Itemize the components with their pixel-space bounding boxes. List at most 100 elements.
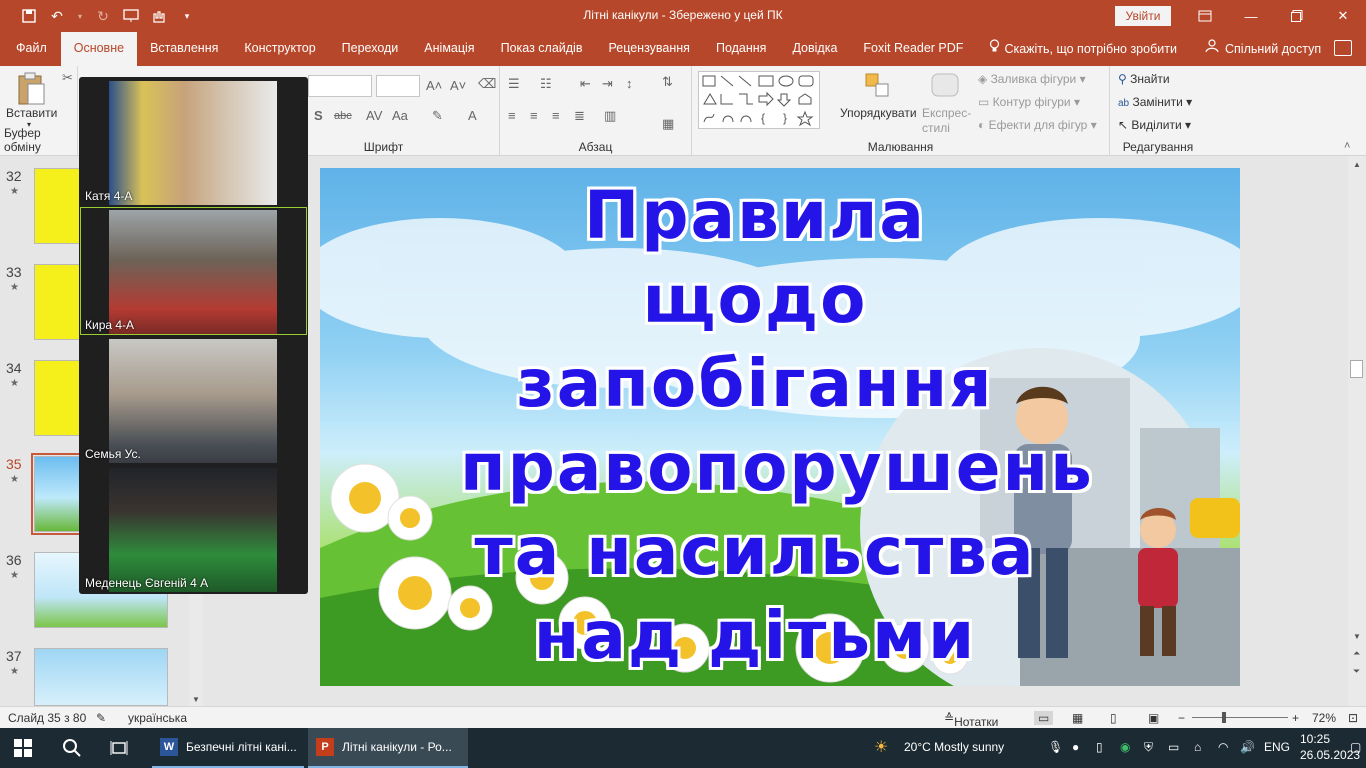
text-direction-icon[interactable]: ⇅: [662, 74, 673, 90]
usb-icon[interactable]: ▯: [1096, 740, 1103, 754]
present-from-start-icon[interactable]: [122, 7, 140, 25]
paste-icon[interactable]: [16, 72, 46, 106]
network-icon[interactable]: ⌂: [1194, 740, 1201, 754]
spellcheck-icon[interactable]: ✎: [96, 711, 106, 725]
slide-scrollbar[interactable]: ▲ ▼ ⏶ ⏷: [1348, 156, 1366, 706]
tab-animations[interactable]: Анімація: [411, 32, 487, 66]
save-icon[interactable]: [20, 7, 38, 25]
align-center-icon[interactable]: ≡: [530, 108, 538, 123]
quick-styles-icon[interactable]: [930, 72, 962, 103]
taskbar-app-powerpoint[interactable]: P Літні канікули - Ро...: [308, 728, 468, 768]
slideshow-view-icon[interactable]: ▣: [1148, 711, 1159, 725]
minimize-icon[interactable]: —: [1228, 0, 1274, 32]
tell-me-box[interactable]: Скажіть, що потрібно зробити: [976, 32, 1190, 66]
tab-file[interactable]: Файл: [2, 32, 61, 66]
notifications-icon[interactable]: ▢: [1350, 740, 1361, 754]
participant-tile[interactable]: Меденець Євгеній 4 А: [81, 466, 306, 592]
search-button[interactable]: [62, 728, 82, 768]
participant-tile-speaking[interactable]: Кира 4-А: [80, 207, 307, 335]
font-color-icon[interactable]: A: [468, 108, 477, 123]
current-slide[interactable]: Правила щодо запобігання правопорушень т…: [320, 168, 1240, 686]
bullets-icon[interactable]: ☰: [508, 76, 520, 92]
find-button[interactable]: ⚲ Знайти: [1118, 72, 1170, 86]
collapse-ribbon-icon[interactable]: ˄: [1344, 140, 1350, 152]
columns-icon[interactable]: ▥: [604, 108, 616, 124]
align-right-icon[interactable]: ≡: [552, 108, 560, 123]
weather-icon[interactable]: ☀: [874, 737, 888, 757]
select-button[interactable]: ↖ Виділити ▾: [1118, 118, 1191, 132]
paste-label[interactable]: Вставити: [6, 106, 57, 120]
normal-view-icon[interactable]: ▭: [1034, 711, 1054, 725]
task-view-button[interactable]: [110, 728, 128, 768]
char-spacing-icon[interactable]: AV: [366, 108, 382, 123]
replace-button[interactable]: ab Замінити ▾: [1118, 95, 1192, 109]
shape-outline-button[interactable]: ▭ Контур фігури ▾: [978, 95, 1080, 109]
shape-effects-button[interactable]: ◐ Ефекти для фігур ▾: [978, 118, 1097, 132]
cut-icon[interactable]: ✂: [62, 70, 73, 86]
previous-slide-icon[interactable]: ⏶: [1353, 648, 1360, 659]
scroll-down-arrow[interactable]: ▼: [1353, 632, 1361, 641]
undo-icon[interactable]: ↶: [48, 7, 66, 25]
change-case-icon[interactable]: Aa: [392, 108, 408, 123]
display-icon[interactable]: ▭: [1168, 740, 1179, 754]
strikethrough-icon[interactable]: abc: [334, 110, 352, 122]
notes-button[interactable]: ≙ Нотатки: [944, 711, 998, 729]
shadow-icon[interactable]: S: [314, 108, 323, 123]
touch-mode-icon[interactable]: [150, 7, 168, 25]
clock-time[interactable]: 10:25: [1300, 732, 1330, 746]
video-call-panel[interactable]: Катя 4-А Кира 4-А Семья Ус. Меденець Євг…: [79, 77, 308, 594]
highlight-icon[interactable]: ✎: [432, 108, 443, 124]
align-left-icon[interactable]: ≡: [508, 108, 516, 123]
customize-qat-icon[interactable]: ▾: [178, 7, 196, 25]
font-name-combo[interactable]: [308, 75, 372, 97]
numbering-icon[interactable]: ☷: [540, 76, 552, 92]
close-icon[interactable]: ✕: [1320, 0, 1366, 32]
decrease-indent-icon[interactable]: ⇤: [580, 76, 591, 92]
next-slide-icon[interactable]: ⏷: [1353, 666, 1360, 677]
tab-slide-show[interactable]: Показ слайдів: [488, 32, 596, 66]
increase-font-icon[interactable]: A˄: [426, 78, 442, 93]
smartart-icon[interactable]: ▦: [662, 116, 674, 132]
decrease-font-icon[interactable]: A˅: [450, 78, 466, 93]
tab-home[interactable]: Основне: [60, 32, 138, 66]
taskbar-app-word[interactable]: W Безпечні літні кані...: [152, 728, 304, 768]
tab-foxit[interactable]: Foxit Reader PDF: [850, 32, 976, 66]
sign-in-button[interactable]: Увійти: [1115, 6, 1171, 26]
tab-help[interactable]: Довідка: [779, 32, 850, 66]
scroll-down-arrow[interactable]: ▼: [192, 695, 200, 704]
zoom-slider-thumb[interactable]: [1222, 712, 1226, 723]
tab-review[interactable]: Рецензування: [595, 32, 702, 66]
tab-design[interactable]: Конструктор: [231, 32, 328, 66]
scroll-thumb[interactable]: [1350, 360, 1363, 378]
volume-icon[interactable]: 🔊: [1240, 740, 1255, 754]
arrange-icon[interactable]: [864, 72, 892, 103]
fit-slide-icon[interactable]: ⊡: [1348, 711, 1358, 725]
input-language[interactable]: ENG: [1264, 740, 1290, 754]
undo-dropdown-icon[interactable]: ▾: [76, 7, 84, 25]
tab-transitions[interactable]: Переходи: [329, 32, 412, 66]
tab-insert[interactable]: Вставлення: [137, 32, 231, 66]
weather-text[interactable]: 20°C Mostly sunny: [904, 740, 1004, 754]
arrange-label[interactable]: Упорядкувати: [840, 106, 917, 120]
slide-title[interactable]: Правила щодо запобігання правопорушень т…: [460, 174, 1092, 678]
wifi-icon[interactable]: ◠: [1218, 740, 1228, 754]
microphone-icon[interactable]: 🎙: [1048, 740, 1063, 754]
slide-sorter-icon[interactable]: ▦: [1072, 711, 1083, 725]
thumbnail-preview[interactable]: [34, 648, 168, 706]
quick-styles-label[interactable]: Експрес-стилі: [922, 106, 974, 136]
participant-tile[interactable]: Катя 4-А: [81, 79, 306, 205]
language-indicator[interactable]: українська: [128, 711, 187, 725]
zoom-tray-icon[interactable]: ●: [1072, 740, 1079, 754]
shield-icon[interactable]: ⛨: [1144, 740, 1153, 755]
increase-indent-icon[interactable]: ⇥: [602, 76, 613, 92]
redo-icon[interactable]: ↻: [94, 7, 112, 25]
shape-fill-button[interactable]: ◈ Заливка фігури ▾: [978, 72, 1086, 86]
tab-view[interactable]: Подання: [703, 32, 779, 66]
maximize-icon[interactable]: [1274, 0, 1320, 32]
justify-icon[interactable]: ≣: [574, 108, 585, 124]
font-size-combo[interactable]: [376, 75, 420, 97]
start-button[interactable]: [14, 728, 32, 768]
scroll-up-arrow[interactable]: ▲: [1353, 160, 1361, 169]
zoom-out-icon[interactable]: −: [1178, 711, 1185, 725]
participant-tile[interactable]: Семья Ус.: [81, 337, 306, 463]
